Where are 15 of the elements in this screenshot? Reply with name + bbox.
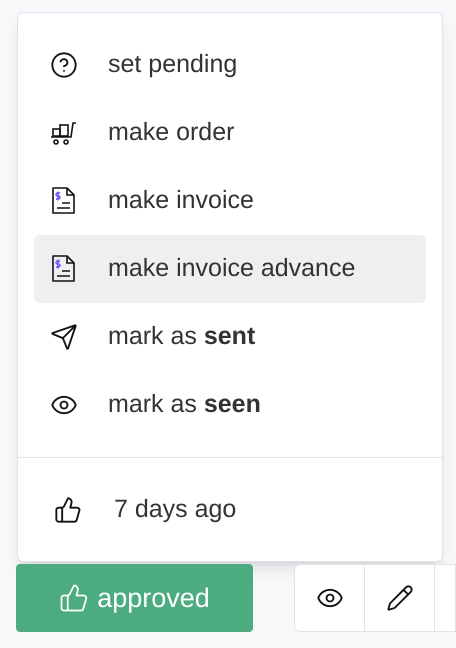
paper-plane-icon	[50, 323, 78, 351]
pencil-icon	[386, 584, 414, 612]
invoice-icon	[51, 187, 77, 215]
question-icon	[50, 51, 78, 79]
invoice-icon	[51, 255, 77, 283]
menu-item[interactable]: make order	[34, 99, 426, 167]
approval-time: 7 days ago	[114, 494, 236, 525]
menu-item[interactable]: make invoice advance	[34, 235, 426, 303]
thumbs-up-icon	[59, 583, 90, 613]
thumbs-up-icon	[54, 496, 82, 524]
cart-icon	[50, 119, 78, 147]
menu-item[interactable]: make invoice	[34, 167, 426, 235]
menu-item[interactable]: mark as sent	[34, 303, 426, 371]
menu-item[interactable]: mark as seen	[34, 371, 426, 439]
menu-item[interactable]: set pending	[34, 31, 426, 99]
